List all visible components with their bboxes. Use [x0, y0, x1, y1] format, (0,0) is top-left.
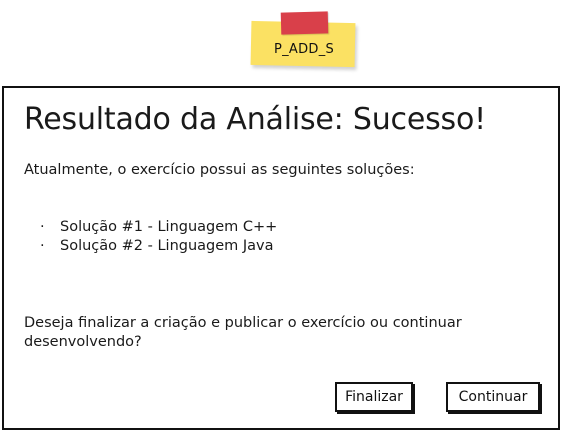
solutions-list: · Solução #1 - Linguagem C++ · Solução #…	[24, 218, 277, 256]
dialog-title: Resultado da Análise: Sucesso!	[24, 102, 486, 137]
sticky-note-label: P_ADD_S	[273, 42, 335, 57]
bullet-icon: ·	[40, 238, 45, 254]
question-text: Deseja finalizar a criação e publicar o …	[24, 315, 462, 350]
solution-label: Solução #2 - Linguagem Java	[60, 238, 274, 254]
bullet-icon: ·	[40, 219, 45, 235]
list-item: · Solução #1 - Linguagem C++	[24, 218, 277, 237]
continue-button[interactable]: Continuar	[446, 382, 540, 412]
intro-text: Atualmente, o exercício possui as seguin…	[24, 162, 415, 178]
list-item: · Solução #2 - Linguagem Java	[24, 237, 277, 256]
finish-button[interactable]: Finalizar	[335, 382, 413, 412]
solution-label: Solução #1 - Linguagem C++	[60, 219, 278, 235]
sticky-note: P_ADD_S	[250, 11, 357, 68]
result-dialog: Resultado da Análise: Sucesso! Atualment…	[2, 86, 560, 430]
sticky-note-tape	[280, 11, 329, 35]
